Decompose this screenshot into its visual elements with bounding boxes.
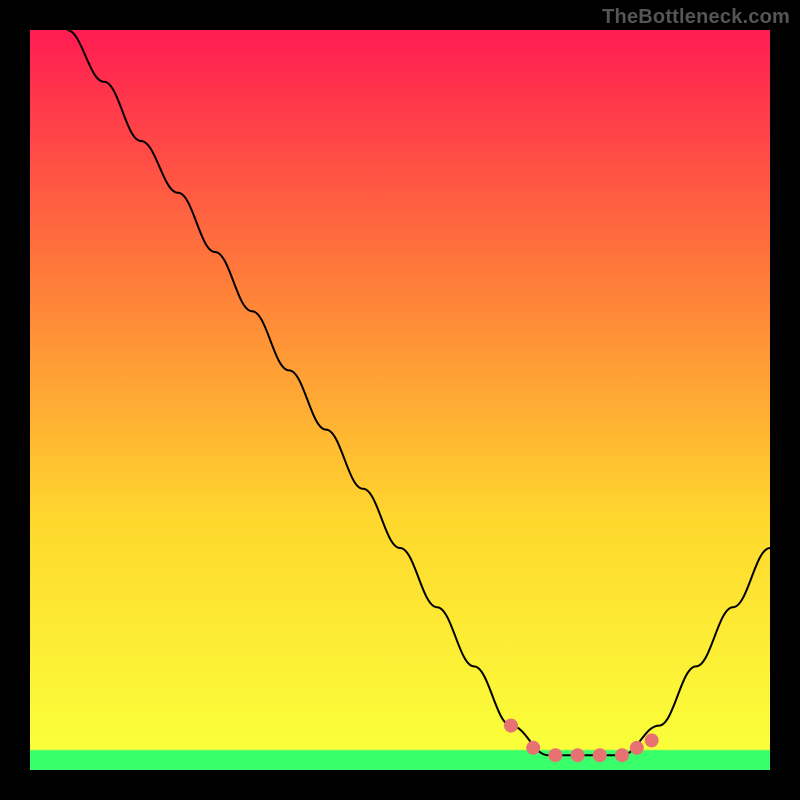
chart-container: TheBottleneck.com xyxy=(0,0,800,800)
valley-marker xyxy=(526,741,540,755)
valley-marker xyxy=(615,748,629,762)
watermark-label: TheBottleneck.com xyxy=(602,6,790,29)
valley-marker xyxy=(593,748,607,762)
valley-marker xyxy=(645,733,659,747)
valley-marker xyxy=(630,741,644,755)
valley-marker xyxy=(504,719,518,733)
valley-marker xyxy=(548,748,562,762)
valley-marker xyxy=(571,748,585,762)
bottleneck-chart xyxy=(0,0,800,800)
